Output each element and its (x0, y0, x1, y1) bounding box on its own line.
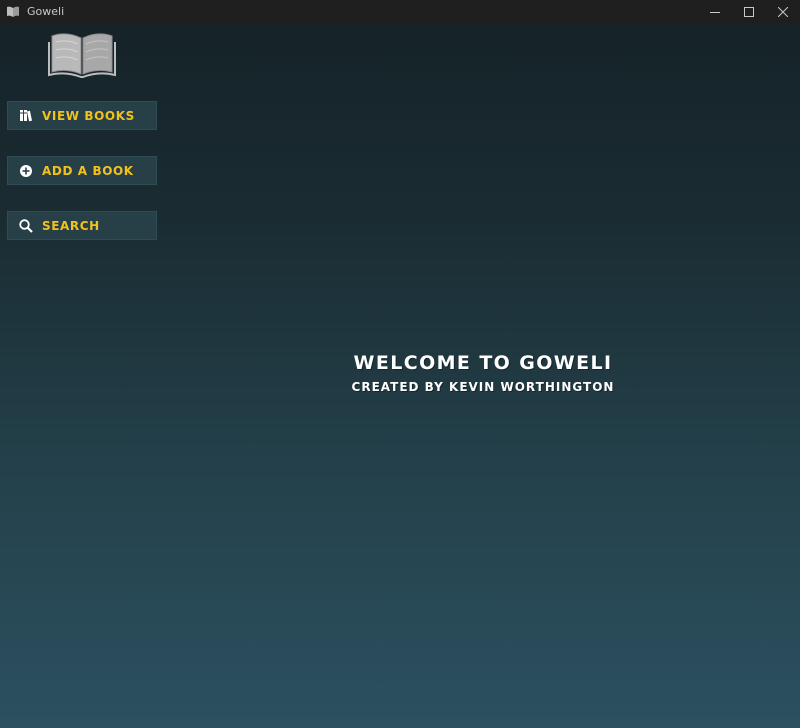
welcome-title: WELCOME TO GOWELI (353, 352, 613, 374)
books-icon (18, 108, 34, 124)
search-label: SEARCH (42, 218, 100, 233)
plus-circle-icon (18, 163, 34, 179)
minimize-icon[interactable] (698, 0, 732, 23)
window-title: Goweli (27, 5, 65, 18)
window-controls (698, 0, 800, 23)
welcome-subtitle: CREATED BY KEVIN WORTHINGTON (351, 380, 615, 394)
title-bar[interactable]: Goweli (0, 0, 800, 23)
open-book-icon (48, 30, 116, 78)
close-icon[interactable] (766, 0, 800, 23)
app-window: Goweli VIEW BOOKS ADD A BOOK SEARCH WELC… (0, 0, 800, 728)
view-books-label: VIEW BOOKS (42, 108, 135, 123)
view-books-button[interactable]: VIEW BOOKS (7, 101, 157, 130)
maximize-icon[interactable] (732, 0, 766, 23)
app-book-icon (5, 4, 21, 20)
search-button[interactable]: SEARCH (7, 211, 157, 240)
add-book-button[interactable]: ADD A BOOK (7, 156, 157, 185)
add-book-label: ADD A BOOK (42, 163, 134, 178)
search-icon (18, 218, 34, 234)
welcome-panel: WELCOME TO GOWELI CREATED BY KEVIN WORTH… (160, 352, 800, 394)
